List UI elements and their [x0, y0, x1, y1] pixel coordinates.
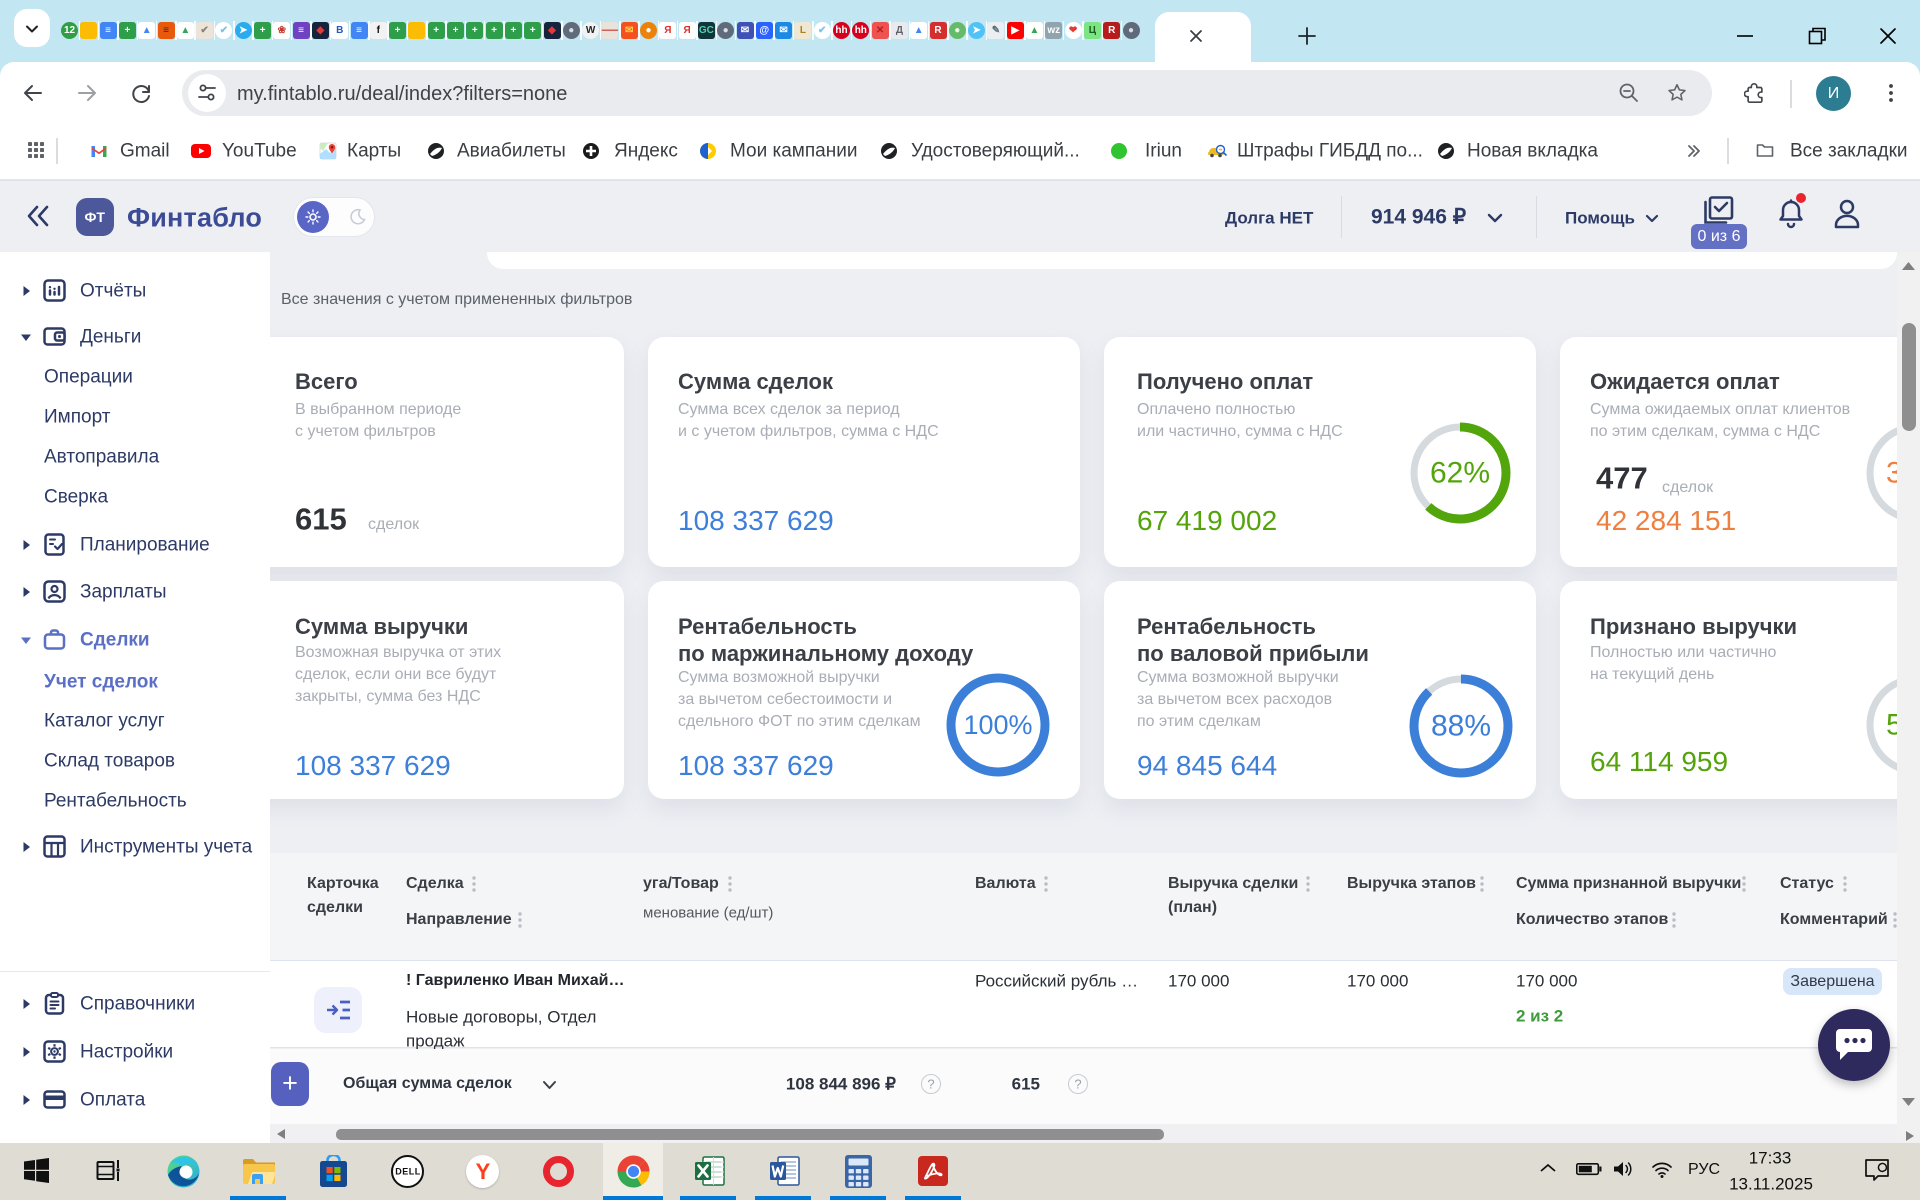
svg-text:31%: 31%	[1886, 457, 1897, 490]
svg-text:59%: 59%	[1886, 709, 1897, 742]
svg-text:62%: 62%	[1430, 457, 1490, 490]
svg-text:100%: 100%	[963, 710, 1032, 740]
svg-text:88%: 88%	[1431, 710, 1491, 743]
